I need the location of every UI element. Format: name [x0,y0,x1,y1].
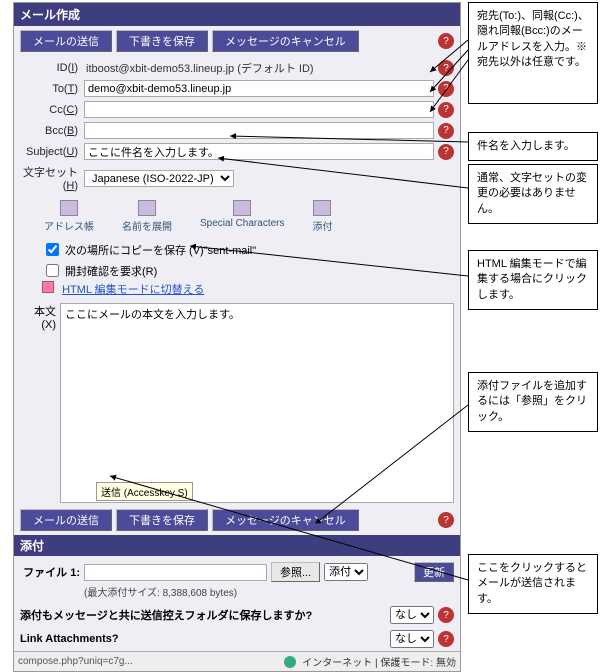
save-attach-select[interactable]: なし [390,606,434,624]
id-value: itboost@xbit-demo53.lineup.jp (デフォルト ID) [84,60,314,76]
subject-input[interactable] [84,143,434,160]
row-subject: Subject(U) ? [20,141,454,162]
help-icon[interactable]: ? [438,102,454,118]
send-button[interactable]: メールの送信 [20,30,112,52]
label-bcc: Bcc(B) [20,125,84,137]
read-receipt-checkbox[interactable]: 開封確認を要求(R) [42,260,432,281]
body-textarea[interactable] [60,303,454,503]
html-mode-link[interactable]: HTML 編集モードに切替える [42,281,432,297]
to-input[interactable] [84,80,434,97]
read-receipt-input[interactable] [46,264,59,277]
send-tooltip: 送信 (Accesskey S) [96,482,193,501]
save-attach-question: 添付もメッセージと共に送信控えフォルダに保存しますか? [20,607,390,623]
row-bcc: Bcc(B) ? [20,120,454,141]
status-bar: compose.php?uniq=c7g... インターネット | 保護モード:… [14,651,460,671]
callout-recipients: 宛先(To:)、同報(Cc:)、隠れ同報(Bcc:)のメールアドレスを入力。※宛… [468,2,598,104]
send-button-bottom[interactable]: メールの送信 [20,509,112,531]
attach-icon [313,200,331,216]
attach-file-input[interactable] [84,564,267,581]
row-body: 本文(X) [14,301,460,505]
cancel-button[interactable]: メッセージのキャンセル [212,30,359,52]
status-url: compose.php?uniq=c7g... [18,656,133,667]
attach-disposition-select[interactable]: 添付 [324,563,368,581]
window-title: メール作成 [14,3,460,26]
attach-area: ファイル 1: 参照... 添付 更新 (最大添付サイズ: 8,388,608 … [14,556,460,603]
options-area: 次の場所にコピーを保存 (V)"sent-mail" 開封確認を要求(R) HT… [14,237,460,301]
help-icon[interactable]: ? [438,33,454,49]
expand-icon [138,200,156,216]
callout-send: ここをクリックするとメールが送信されます。 [468,554,598,614]
addressbook-icon [60,200,78,216]
label-id: ID(I) [20,62,84,74]
form-area: ID(I) itboost@xbit-demo53.lineup.jp (デフォ… [14,56,460,196]
attach-file-label: ファイル 1: [20,564,80,580]
help-icon[interactable]: ? [438,60,454,76]
cc-input[interactable] [84,101,434,118]
special-chars-button[interactable]: Special Characters [200,200,284,233]
pencil-icon [42,281,54,293]
toolbar-bottom: メールの送信 下書きを保存 メッセージのキャンセル ? [14,505,460,535]
cancel-button-bottom[interactable]: メッセージのキャンセル [212,509,359,531]
link-attach-select[interactable]: なし [390,630,434,648]
globe-icon [284,656,296,668]
callout-charset: 通常、文字セットの変更の必要はありません。 [468,164,598,224]
label-body: 本文(X) [20,303,60,503]
save-attach-row: 添付もメッセージと共に送信控えフォルダに保存しますか? なし ? [14,603,460,627]
save-draft-button[interactable]: 下書きを保存 [116,30,208,52]
help-icon[interactable]: ? [438,607,454,623]
attach-file-row: ファイル 1: 参照... 添付 更新 [20,560,454,584]
attach-button[interactable]: 添付 [312,200,332,233]
browse-button[interactable]: 参照... [271,562,320,582]
row-to: To(T) ? [20,78,454,99]
icon-toolbar: アドレス帳 名前を展開 Special Characters 添付 [14,196,460,237]
help-icon[interactable]: ? [438,631,454,647]
link-attach-question: Link Attachments? [20,633,390,645]
expand-names-button[interactable]: 名前を展開 [122,200,172,233]
compose-mail-window: メール作成 メールの送信 下書きを保存 メッセージのキャンセル ? ID(I) … [13,2,461,672]
charset-select[interactable]: Japanese (ISO-2022-JP) [84,170,234,187]
attach-header: 添付 [14,535,460,556]
max-attach-note: (最大添付サイズ: 8,388,608 bytes) [20,584,454,599]
save-draft-button-bottom[interactable]: 下書きを保存 [116,509,208,531]
save-copy-input[interactable] [46,243,59,256]
label-charset: 文字セット(H) [20,164,84,192]
help-icon[interactable]: ? [438,123,454,139]
toolbar-top: メールの送信 下書きを保存 メッセージのキャンセル ? [14,26,460,56]
update-button[interactable]: 更新 [414,562,454,582]
help-icon[interactable]: ? [438,512,454,528]
status-zone: インターネット | 保護モード: 無効 [302,654,456,669]
callout-subject: 件名を入力します。 [468,132,598,161]
callout-attach: 添付ファイルを追加するには「参照」をクリック。 [468,372,598,432]
special-chars-icon [233,200,251,216]
row-cc: Cc(C) ? [20,99,454,120]
help-icon[interactable]: ? [438,144,454,160]
bcc-input[interactable] [84,122,434,139]
label-to: To(T) [20,83,84,95]
row-charset: 文字セット(H) Japanese (ISO-2022-JP) [20,162,454,194]
label-subject: Subject(U) [20,146,84,158]
label-cc: Cc(C) [20,104,84,116]
save-copy-checkbox[interactable]: 次の場所にコピーを保存 (V)"sent-mail" [42,239,432,260]
addressbook-button[interactable]: アドレス帳 [44,200,94,233]
row-id: ID(I) itboost@xbit-demo53.lineup.jp (デフォ… [20,58,454,78]
help-icon[interactable]: ? [438,81,454,97]
callout-htmlmode: HTML 編集モードで編集する場合にクリックします。 [468,250,598,310]
